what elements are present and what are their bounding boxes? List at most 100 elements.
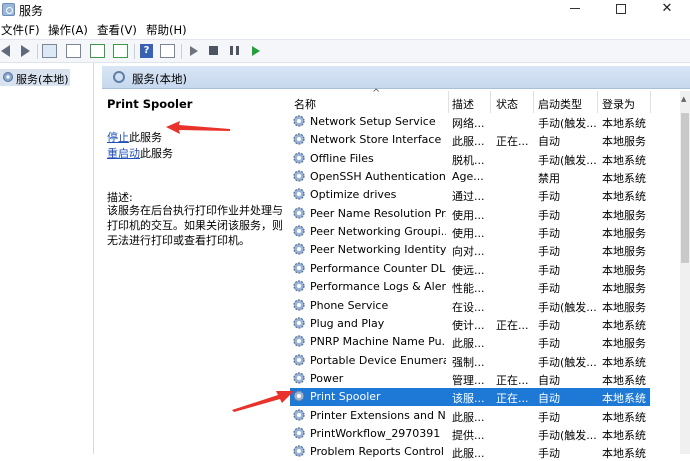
restart-action: 重启动此服务 [107,145,173,161]
service-description: 使计... [452,318,485,332]
service-description: 管理... [452,373,485,387]
table-row[interactable]: Peer Networking Identity... 向对... 手动 本地服务 [290,241,650,259]
pause-service-button[interactable] [227,43,243,59]
maximize-icon [616,3,626,14]
service-startup-type: 手动 [538,263,560,277]
service-description: 此服... [452,337,485,351]
service-logon-as: 本地系统 [602,117,646,130]
table-row[interactable]: Peer Networking Groupi... 使用... 手动 本地服务 [290,223,650,241]
restart-service-button[interactable] [246,43,262,59]
service-name: Peer Networking Groupi... [310,225,446,239]
refresh-icon [90,44,105,58]
column-name-label: 名称 [294,98,316,111]
service-logon-as: 本地服务 [602,300,646,314]
console-tree: 服务(本地) [0,63,94,454]
column-divider[interactable] [533,91,534,113]
service-name: Network Store Interface ... [310,133,446,147]
table-row[interactable]: Problem Reports Control ... 此服... 手动 本地系统 [290,443,650,461]
table-row[interactable]: Network Setup Service 网络... 手动(触发... 本地系统 [290,113,650,131]
vertical-scrollbar[interactable]: ▲ [680,91,690,454]
service-startup-type: 手动 [538,282,560,296]
stop-icon [209,46,218,55]
column-divider[interactable] [597,91,598,113]
scroll-up-icon[interactable]: ▲ [681,95,686,103]
maximize-button[interactable] [598,0,644,20]
column-divider[interactable] [490,91,491,113]
service-description: 通过... [452,190,485,204]
properties-button[interactable] [66,43,82,59]
start-service-button[interactable] [186,43,202,59]
service-startup-type: 手动 [538,447,560,461]
forward-button[interactable] [17,43,33,59]
service-description: 脱机... [452,153,485,167]
gear-icon [293,262,305,274]
table-row[interactable]: Power 管理... 正在... 自动 本地系统 [290,370,650,388]
service-description: 此服... [452,447,485,461]
service-startup-type: 禁用 [538,172,560,186]
annotation-arrow-icon [232,391,294,412]
table-row[interactable]: Portable Device Enumera... 强制... 手动(触发... 本… [290,352,650,370]
table-row[interactable]: Plug and Play 使计... 正在... 手动 本地系统 [290,315,650,333]
stop-action: 停止此服务 [107,129,162,145]
service-name: Problem Reports Control ... [310,445,446,459]
table-row[interactable]: Optimize drives 通过... 手动 本地系统 [290,186,650,204]
service-logon-as: 本地服务 [602,208,646,222]
show-tree-button[interactable] [42,43,58,59]
panel-header: 服务(本地) [102,66,690,89]
gear-icon [293,298,305,311]
table-row[interactable]: Offline Files 脱机... 手动(触发... 本地系统 [290,150,650,168]
column-header-status[interactable]: 状态 [496,89,518,113]
table-row[interactable]: Print Spooler 该服... 正在... 自动 本地系统 [290,388,650,407]
tree-item-services-local[interactable]: 服务(本地) [0,69,70,86]
restart-service-link[interactable]: 重启动 [107,147,140,160]
menu-help[interactable]: 帮助(H) [146,22,187,38]
service-logon-as: 本地系统 [602,153,646,167]
help-button[interactable]: ? [140,43,156,59]
scrollbar-thumb[interactable] [681,113,689,263]
menu-action[interactable]: 操作(A) [48,22,88,38]
column-divider[interactable] [448,91,449,113]
service-logon-as: 本地服务 [602,227,646,241]
service-name: Plug and Play [310,316,385,330]
service-logon-as: 本地系统 [602,373,646,387]
service-name: Performance Counter DL... [310,261,446,275]
table-row[interactable]: PNRP Machine Name Pu... 此服... 手动 本地服务 [290,333,650,351]
column-divider[interactable] [650,91,651,113]
column-header-name[interactable]: 名称 ^ [294,88,380,113]
table-row[interactable]: OpenSSH Authentication ... Age... 禁用 本地系统 [290,168,650,186]
refresh-button[interactable] [90,43,106,59]
gear-icon [293,372,305,384]
service-description: 网络... [452,117,485,130]
console-button[interactable] [160,43,176,59]
service-description: 在设... [452,300,485,314]
service-startup-type: 手动 [538,245,560,259]
table-row[interactable]: Peer Name Resolution Pr... 使用... 手动 本地服务 [290,205,650,223]
table-row[interactable]: Phone Service 在设... 手动(触发... 本地服务 [290,297,650,315]
services-list: 名称 ^ 描述 状态 启动类型 登录为 Network Setup Servic… [290,88,690,460]
column-header-description[interactable]: 描述 [452,89,474,113]
close-button[interactable]: ✕ [644,0,690,20]
service-logon-as: 本地系统 [602,410,646,424]
column-header-startup-type[interactable]: 启动类型 [538,89,582,113]
gear-icon [293,170,305,182]
menu-view[interactable]: 查看(V) [97,22,137,38]
window-title: 服务 [19,4,44,18]
service-name: Performance Logs & Aler... [310,280,446,294]
service-name: Optimize drives [310,188,397,202]
menu-file[interactable]: 文件(F) [1,22,40,38]
close-icon: ✕ [661,1,673,16]
column-header-logon-as[interactable]: 登录为 [602,89,635,113]
table-row[interactable]: PrintWorkflow_2970391 提供... 手动(触发... 本地系统 [290,425,650,443]
service-name: Phone Service [310,298,389,312]
export-button[interactable] [113,43,129,59]
table-row[interactable]: Printer Extensions and N... 此服... 手动 本地系统 [290,407,650,425]
table-row[interactable]: Network Store Interface ... 此服... 正在... 自动 本… [290,131,650,149]
stop-service-button[interactable] [206,43,222,59]
table-row[interactable]: Performance Counter DL... 使远... 手动 本地服务 [290,260,650,278]
back-button[interactable] [1,43,17,59]
service-description: 使用... [452,208,485,222]
table-row[interactable]: Performance Logs & Aler... 性能... 手动 本地服务 [290,278,650,296]
service-logon-as: 本地服务 [602,263,646,277]
minimize-button[interactable] [552,0,598,20]
stop-service-link[interactable]: 停止 [107,131,129,144]
